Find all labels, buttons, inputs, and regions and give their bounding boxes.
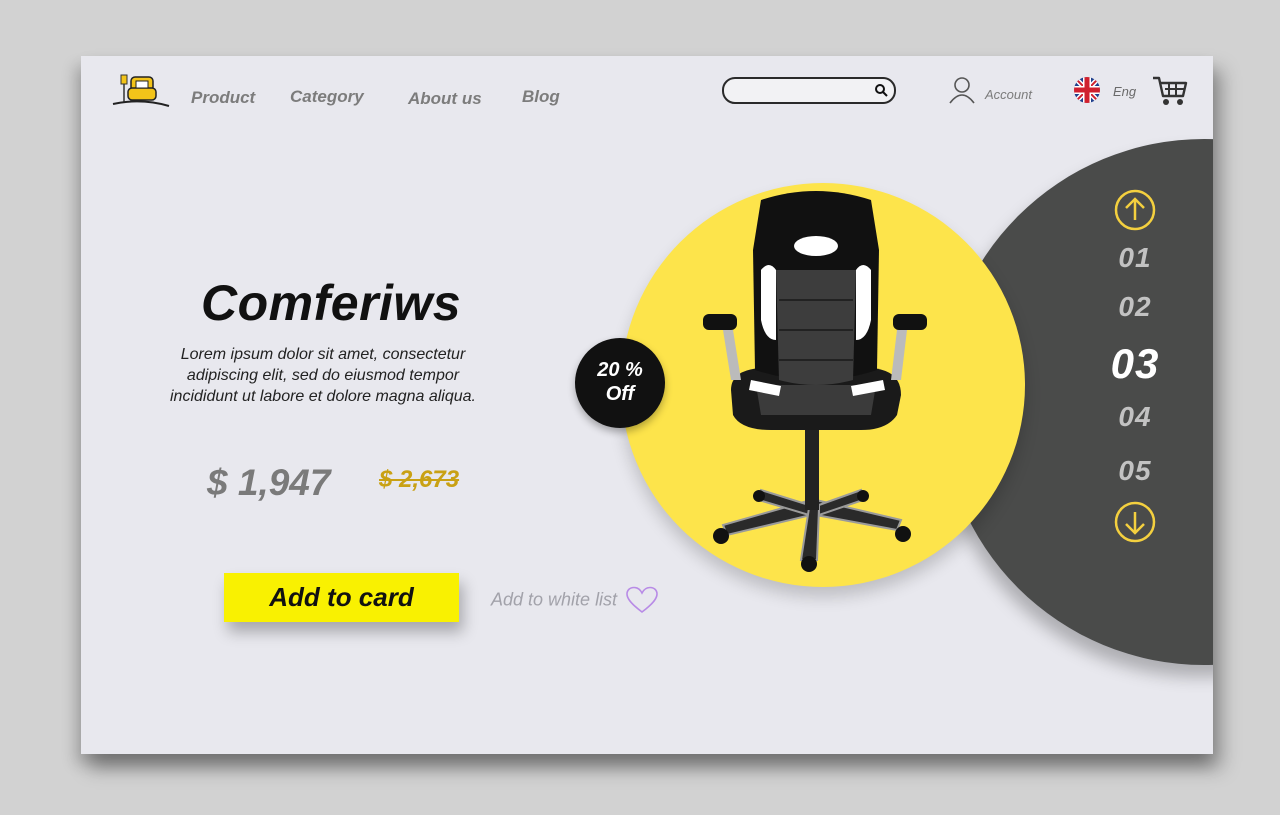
landing-page: Product Category About us Blog Account E… [81, 56, 1213, 754]
shopping-cart-icon[interactable] [1151, 74, 1189, 108]
product-title: Comferiws [201, 275, 462, 331]
product-old-price: $ 2,673 [379, 466, 460, 493]
language-selector[interactable]: Eng [1073, 76, 1136, 106]
nav-category[interactable]: Category [290, 87, 364, 107]
discount-off: Off [605, 383, 635, 405]
search-icon[interactable] [874, 83, 888, 97]
add-to-wishlist-link[interactable]: Add to white list [491, 586, 658, 616]
slide-04[interactable]: 04 [1090, 401, 1180, 433]
user-icon [949, 77, 975, 104]
product-price: $ 1,947 [207, 462, 331, 503]
language-label: Eng [1113, 84, 1137, 99]
slide-05[interactable]: 05 [1090, 455, 1180, 487]
arrow-up-circle-icon[interactable] [1113, 188, 1157, 232]
arrow-down-circle-icon[interactable] [1113, 500, 1157, 544]
office-chair-image [703, 191, 927, 572]
product-description: Lorem ipsum dolor sit amet, consectetur … [170, 346, 476, 405]
discount-badge: 20 % Off [575, 338, 665, 428]
slide-02[interactable]: 02 [1090, 291, 1180, 323]
slide-03-active[interactable]: 03 [1090, 340, 1180, 388]
nav-blog[interactable]: Blog [522, 87, 560, 107]
discount-percent: 20 % [597, 359, 643, 381]
account-label: Account [985, 87, 1032, 102]
add-to-cart-button[interactable]: Add to card [224, 573, 459, 622]
nav-about-us[interactable]: About us [408, 89, 482, 109]
search-bar [722, 77, 896, 104]
wishlist-label: Add to white list [491, 589, 618, 610]
nav-product[interactable]: Product [191, 88, 255, 108]
search-input[interactable] [734, 81, 868, 101]
logo-icon[interactable] [111, 72, 171, 108]
uk-flag-icon [1074, 77, 1100, 103]
slide-01[interactable]: 01 [1090, 242, 1180, 274]
heart-icon[interactable] [625, 586, 658, 614]
